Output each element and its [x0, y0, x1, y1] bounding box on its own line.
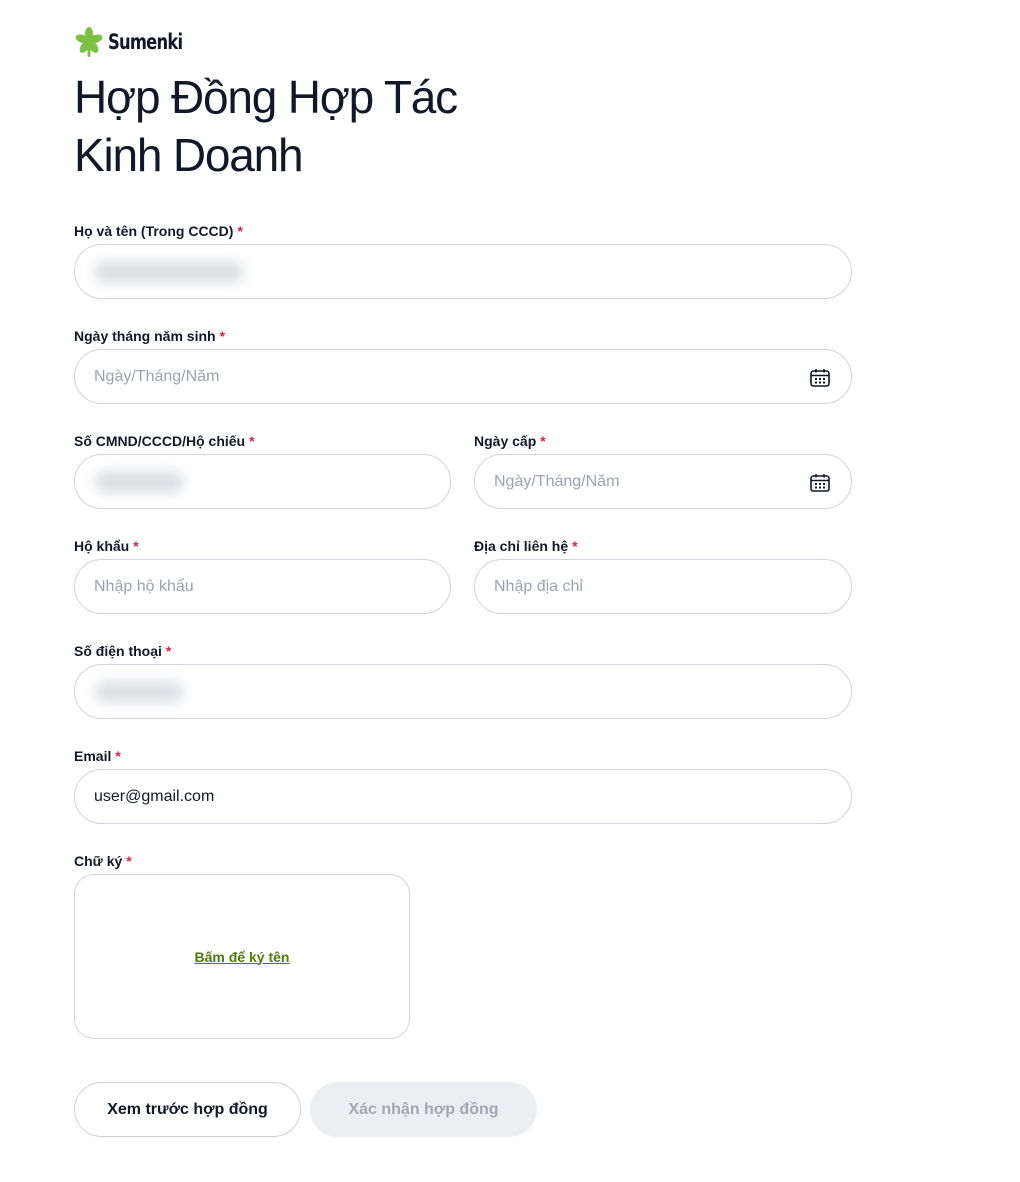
redacted-value — [94, 470, 184, 493]
flower-logo-icon — [75, 27, 103, 57]
full-name-input[interactable] — [74, 244, 852, 299]
page-title-line-1: Hợp Đồng Hợp Tác — [74, 71, 458, 123]
page-title: Hợp Đồng Hợp Tác Kinh Doanh — [74, 68, 458, 184]
confirm-contract-button[interactable]: Xác nhận hợp đồng — [310, 1082, 537, 1137]
signature-label: Chữ ký * — [74, 853, 132, 869]
address-label: Địa chỉ liên hệ * — [474, 538, 578, 554]
brand-name: Sumenki — [108, 30, 183, 54]
full-name-label: Họ và tên (Trong CCCD) * — [74, 223, 243, 239]
full-name-field: Họ và tên (Trong CCCD) * — [74, 221, 852, 299]
id-number-label: Số CMND/CCCD/Hộ chiếu * — [74, 433, 255, 449]
dob-field: Ngày tháng năm sinh * Ngày/Tháng/Năm — [74, 326, 852, 404]
redacted-value — [94, 680, 184, 703]
email-field: Email * user@gmail.com — [74, 746, 852, 824]
page-title-line-2: Kinh Doanh — [74, 129, 304, 181]
issue-date-label: Ngày cấp * — [474, 433, 546, 449]
dob-label: Ngày tháng năm sinh * — [74, 328, 226, 344]
redacted-value — [94, 260, 244, 283]
phone-input[interactable] — [74, 664, 852, 719]
issue-date-placeholder: Ngày/Tháng/Năm — [494, 472, 620, 490]
address-field: Địa chỉ liên hệ * Nhập địa chỉ — [474, 536, 852, 614]
signature-pad[interactable]: Bấm để ký tên — [74, 874, 410, 1039]
phone-field: Số điện thoại * — [74, 641, 852, 719]
household-input[interactable]: Nhập hộ khẩu — [74, 559, 451, 614]
dob-placeholder: Ngày/Tháng/Năm — [94, 367, 220, 385]
email-value: user@gmail.com — [94, 787, 215, 805]
brand-logo[interactable]: Sumenki — [74, 26, 203, 58]
sign-link[interactable]: Bấm để ký tên — [195, 949, 290, 965]
address-placeholder: Nhập địa chỉ — [494, 577, 583, 595]
id-number-input[interactable] — [74, 454, 451, 509]
email-label: Email * — [74, 748, 121, 764]
id-number-field: Số CMND/CCCD/Hộ chiếu * — [74, 431, 451, 509]
phone-label: Số điện thoại * — [74, 643, 172, 659]
address-input[interactable]: Nhập địa chỉ — [474, 559, 852, 614]
calendar-icon[interactable] — [809, 367, 831, 389]
household-label: Hộ khẩu * — [74, 538, 139, 554]
household-placeholder: Nhập hộ khẩu — [94, 577, 194, 595]
dob-input[interactable]: Ngày/Tháng/Năm — [74, 349, 852, 404]
household-field: Hộ khẩu * Nhập hộ khẩu — [74, 536, 451, 614]
issue-date-field: Ngày cấp * Ngày/Tháng/Năm — [474, 431, 852, 509]
email-input[interactable]: user@gmail.com — [74, 769, 852, 824]
signature-field: Chữ ký * Bấm để ký tên — [74, 851, 410, 1039]
calendar-icon[interactable] — [809, 472, 831, 494]
issue-date-input[interactable]: Ngày/Tháng/Năm — [474, 454, 852, 509]
preview-contract-button[interactable]: Xem trước hợp đồng — [74, 1082, 301, 1137]
